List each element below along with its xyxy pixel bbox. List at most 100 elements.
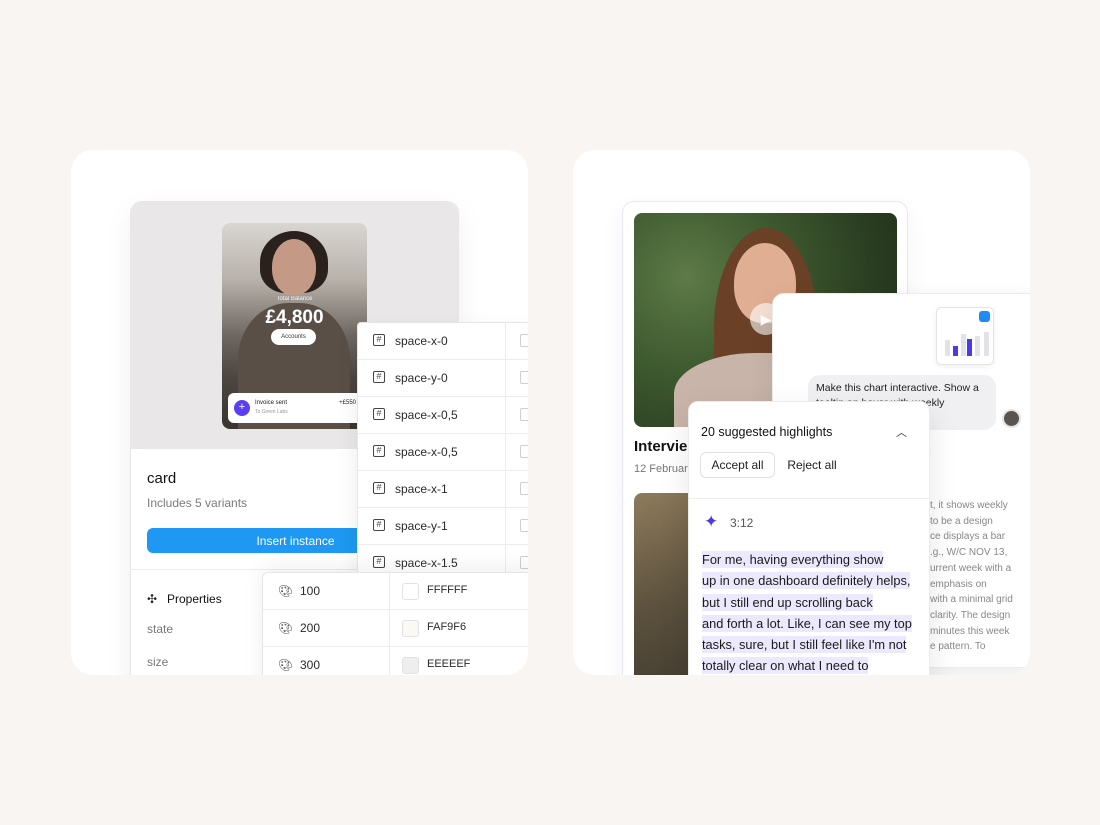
color-token-list: 🎨︎ 100 FFFFFF 🎨︎ 200 FAF9F6 🎨︎ 300 EEEEE… (262, 572, 528, 675)
color-hex-value: FAF9F6 (427, 621, 467, 633)
token-value-icon (520, 445, 528, 458)
transcript-highlight: totally clear on what I need to (702, 657, 869, 675)
token-row[interactable]: # space-x-1 (358, 471, 528, 508)
properties-title: Properties (167, 592, 222, 606)
spacing-token-list: # space-x-0 # space-y-0 # space-x-0,5 # … (357, 322, 528, 582)
highlight-timestamp[interactable]: 3:12 (730, 516, 753, 530)
response-line: e pattern. To (930, 641, 986, 653)
column-divider (505, 397, 506, 433)
chart-bar (967, 339, 972, 356)
sparkle-icon: ✦ (704, 512, 719, 531)
component-library-panel: Total Balance £4,800 Accounts + Invoice … (71, 150, 528, 675)
plus-icon: + (234, 400, 250, 416)
transcript-highlight: and forth a lot. Like, I can see my top (702, 614, 912, 632)
column-divider (505, 360, 506, 396)
research-panel: ▶ Intervie 12 February Make this chart i… (573, 150, 1030, 675)
portrait-face (272, 239, 316, 295)
user-avatar (1002, 409, 1021, 428)
notification-subtitle: To Green Labs (255, 409, 288, 415)
color-token-name: 100 (300, 584, 321, 598)
token-name: space-x-0,5 (395, 445, 458, 459)
transcript-line: tasks, sure, but I still feel like I'm n… (702, 634, 924, 655)
chevron-up-icon[interactable]: ︿ (896, 424, 907, 440)
transcript-highlight: For me, having everything show (702, 551, 884, 568)
balance-amount: £4,800 (265, 307, 324, 328)
response-line: emphasis on (930, 578, 987, 590)
token-row[interactable]: # space-x-0,5 (358, 434, 528, 471)
video-title: Intervie (634, 438, 688, 455)
chart-bar (984, 332, 989, 356)
balance-label: Total Balance (276, 296, 313, 302)
suggested-highlights-popover: 20 suggested highlights ︿ Accept all Rej… (688, 401, 930, 675)
token-value-icon (520, 519, 528, 532)
transcript-highlight: up in one dashboard definitely helps, (702, 572, 911, 590)
chart-bar (975, 336, 980, 356)
hash-icon: # (373, 445, 385, 457)
token-row[interactable]: # space-y-1 (358, 508, 528, 545)
divider (689, 498, 929, 499)
token-name: space-x-1.5 (395, 556, 458, 570)
transcript-line: but I still end up scrolling back (702, 592, 924, 613)
token-row[interactable]: # space-x-0,5 (358, 397, 528, 434)
hash-icon: # (373, 556, 385, 568)
transcript-line: totally clear on what I need to (702, 655, 924, 675)
invoice-notification: + Invoice sent To Green Labs +£550 (228, 393, 362, 423)
reject-all-button[interactable]: Reject all (781, 452, 843, 478)
response-line: to be a design (930, 515, 993, 527)
component-subtitle: Includes 5 variants (147, 496, 248, 510)
column-divider (505, 471, 506, 507)
response-line: minutes this week (930, 625, 1010, 637)
response-line: t, it shows weekly (930, 500, 1008, 511)
palette-icon: 🎨︎ (278, 621, 294, 635)
token-value-icon (520, 556, 528, 569)
token-value-icon (520, 334, 528, 347)
highlight-transcript[interactable]: For me, having everything show up in one… (702, 549, 924, 675)
color-hex-value: FFFFFF (427, 584, 468, 596)
color-swatch (402, 620, 419, 637)
transcript-line: up in one dashboard definitely helps, (702, 570, 924, 591)
palette-icon: 🎨︎ (278, 584, 294, 598)
column-divider (505, 323, 506, 359)
notification-title: Invoice sent (255, 400, 288, 406)
video-date: 12 February (634, 463, 694, 475)
color-token-row[interactable]: 🎨︎ 200 FAF9F6 (263, 610, 528, 647)
highlights-title: 20 suggested highlights (701, 425, 833, 439)
chart-bar (961, 334, 966, 356)
column-divider (389, 573, 390, 609)
chart-attachment[interactable] (936, 307, 994, 365)
accounts-button[interactable]: Accounts (271, 329, 316, 345)
response-line: clarity. The design (930, 609, 1011, 621)
column-divider (505, 508, 506, 544)
color-token-name: 200 (300, 621, 321, 635)
hash-icon: # (373, 482, 385, 494)
token-name: space-x-0 (395, 334, 448, 348)
color-swatch (402, 657, 419, 674)
response-line: urrent week with a (930, 562, 1012, 574)
chart-bar (953, 346, 958, 356)
accept-all-button[interactable]: Accept all (700, 452, 775, 478)
property-size[interactable]: size (147, 655, 168, 669)
property-state[interactable]: state (147, 622, 173, 636)
column-divider (389, 610, 390, 646)
token-name: space-x-0,5 (395, 408, 458, 422)
color-token-row[interactable]: 🎨︎ 100 FFFFFF (263, 573, 528, 610)
transcript-line: For me, having everything show (702, 549, 924, 570)
token-name: space-y-0 (395, 371, 448, 385)
token-name: space-x-1 (395, 482, 448, 496)
token-name: space-y-1 (395, 519, 448, 533)
hash-icon: # (373, 371, 385, 383)
palette-icon: 🎨︎ (278, 658, 294, 672)
token-value-icon (520, 371, 528, 384)
color-token-name: 300 (300, 658, 321, 672)
transcript-highlight: tasks, sure, but I still feel like I'm n… (702, 636, 907, 654)
app-badge-icon (979, 311, 990, 322)
token-row[interactable]: # space-y-0 (358, 360, 528, 397)
color-hex-value: EEEEEF (427, 658, 471, 670)
chart-bar (945, 340, 950, 356)
hash-icon: # (373, 519, 385, 531)
token-row[interactable]: # space-x-0 (358, 323, 528, 360)
color-token-row[interactable]: 🎨︎ 300 EEEEEF (263, 647, 528, 675)
phone-mockup: Total Balance £4,800 Accounts + Invoice … (222, 223, 367, 429)
component-icon: ✣ (147, 592, 158, 606)
notification-amount: +£550 (339, 400, 356, 406)
